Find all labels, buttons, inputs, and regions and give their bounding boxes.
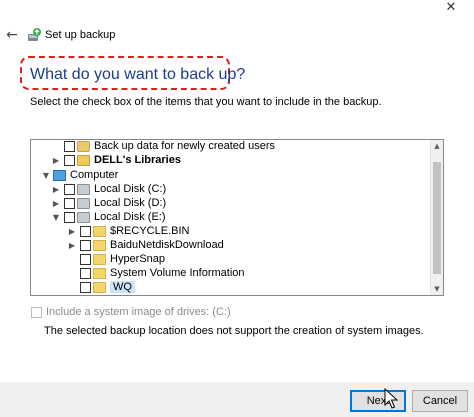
tree-item-label: HyperSnap <box>110 253 166 265</box>
no-expander <box>67 252 77 266</box>
vertical-scrollbar[interactable]: ▲ ▼ <box>430 140 443 295</box>
scroll-thumb[interactable] <box>433 162 441 274</box>
tree-item-label: Computer <box>70 169 119 181</box>
back-button[interactable]: ← <box>4 26 20 44</box>
expand-arrow-icon[interactable]: ▶ <box>51 153 61 167</box>
scroll-up-arrow-icon[interactable]: ▲ <box>431 140 443 152</box>
tree-item[interactable]: ▶ Local Disk (C:) <box>51 182 166 196</box>
tree-item-checkbox[interactable] <box>64 211 75 223</box>
back-arrow-icon: ← <box>6 27 18 43</box>
folder-icon <box>93 239 106 251</box>
tree-item-label: $RECYCLE.BIN <box>110 225 190 237</box>
close-button[interactable]: ✕ <box>436 0 466 15</box>
tree-item-checkbox[interactable] <box>64 197 75 209</box>
disk-icon <box>77 183 90 195</box>
dialog-footer: Next Cancel <box>0 382 474 417</box>
tree-item-label: Local Disk (D:) <box>94 197 167 209</box>
collapse-arrow-icon[interactable]: ▼ <box>51 210 61 224</box>
mouse-pointer-icon <box>384 388 398 409</box>
tree-item[interactable]: Back up data for newly created users <box>51 140 275 153</box>
system-image-option: Include a system image of drives: (C:) <box>31 306 231 318</box>
tree-item-checkbox[interactable] <box>80 239 91 251</box>
tree-item-label: System Volume Information <box>110 267 245 279</box>
tree-item[interactable]: WQ <box>67 280 135 294</box>
tree-item-label: Local Disk (E:) <box>94 211 166 223</box>
tree-item[interactable]: ▶ DELL's Libraries <box>51 153 181 167</box>
tree-item-checkbox[interactable] <box>80 281 91 293</box>
folder-icon <box>93 225 106 237</box>
backup-app-icon <box>28 28 41 41</box>
title-bar: ✕ <box>0 0 474 16</box>
tree-item[interactable]: ▼ Computer <box>41 168 118 182</box>
tree-item-label: WQ <box>110 281 135 293</box>
tree-item-label: DELL's Libraries <box>94 154 181 166</box>
expand-arrow-icon[interactable]: ▶ <box>67 224 77 238</box>
tree-item-label: Back up data for newly created users <box>94 140 275 152</box>
tree-item[interactable]: ▶ Local Disk (D:) <box>51 196 166 210</box>
computer-icon <box>53 169 66 181</box>
page-heading: What do you want to back up? <box>30 66 246 83</box>
close-icon: ✕ <box>445 0 457 15</box>
cancel-button[interactable]: Cancel <box>412 390 468 412</box>
system-image-label: Include a system image of drives: (C:) <box>46 306 231 318</box>
folder-icon <box>93 267 106 279</box>
disk-icon <box>77 197 90 209</box>
collapse-arrow-icon[interactable]: ▼ <box>41 168 51 182</box>
tree-item-checkbox[interactable] <box>64 183 75 195</box>
tree-item-checkbox[interactable] <box>80 225 91 237</box>
tree-item[interactable]: ▶ $RECYCLE.BIN <box>67 224 190 238</box>
expand-arrow-icon[interactable]: ▶ <box>51 196 61 210</box>
tree-item-checkbox[interactable] <box>80 267 91 279</box>
window-title: Set up backup <box>45 29 116 41</box>
folder-icon <box>93 281 106 293</box>
scroll-down-arrow-icon[interactable]: ▼ <box>431 283 443 295</box>
system-image-note: The selected backup location does not su… <box>44 325 424 337</box>
tree-item[interactable]: System Volume Information <box>67 266 245 280</box>
no-expander <box>67 280 77 294</box>
expand-arrow-icon[interactable]: ▶ <box>67 238 77 252</box>
disk-icon <box>77 211 90 223</box>
no-expander <box>51 140 61 153</box>
tree-item-checkbox[interactable] <box>64 140 75 152</box>
tree-item-checkbox[interactable] <box>64 154 75 166</box>
tree-item-label: Local Disk (C:) <box>94 183 167 195</box>
tree-item[interactable]: ▼ Local Disk (E:) <box>51 210 166 224</box>
tree-item[interactable]: HyperSnap <box>67 252 165 266</box>
navigation-row: ← Set up backup <box>0 24 474 46</box>
libraries-icon <box>77 154 90 166</box>
system-image-checkbox[interactable] <box>31 306 42 318</box>
users-icon <box>77 140 90 152</box>
backup-items-tree[interactable]: Back up data for newly created users ▶ DEL… <box>30 139 444 296</box>
tree-rows: Back up data for newly created users ▶ DEL… <box>31 140 430 295</box>
tree-item[interactable]: ▶ BaiduNetdiskDownload <box>67 238 224 252</box>
tree-item-label: BaiduNetdiskDownload <box>110 239 224 251</box>
no-expander <box>67 266 77 280</box>
expand-arrow-icon[interactable]: ▶ <box>51 182 61 196</box>
instruction-text: Select the check box of the items that y… <box>30 96 382 108</box>
tree-item-checkbox[interactable] <box>80 253 91 265</box>
folder-icon <box>93 253 106 265</box>
